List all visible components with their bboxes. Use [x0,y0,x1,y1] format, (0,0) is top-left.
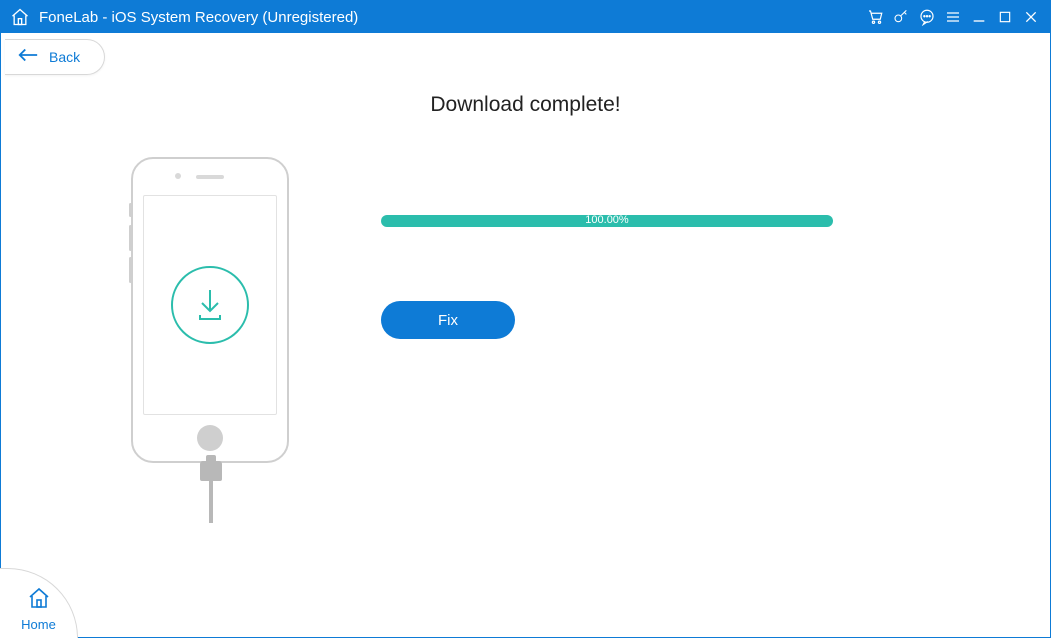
minimize-icon[interactable] [966,1,992,33]
chat-icon[interactable] [914,1,940,33]
menu-icon[interactable] [940,1,966,33]
home-label: Home [21,617,56,632]
phone-illustration [131,157,289,463]
window-title: FoneLab - iOS System Recovery (Unregiste… [39,9,358,26]
cart-icon[interactable] [862,1,888,33]
content-area: Download complete! [1,81,1050,637]
app-logo-icon [9,6,31,28]
back-button[interactable]: Back [5,39,105,75]
maximize-icon[interactable] [992,1,1018,33]
download-icon [171,266,249,344]
home-icon [27,586,51,615]
progress-value: 100.00% [381,213,833,227]
progress-bar: 100.00% [381,215,833,227]
back-label: Back [49,49,80,65]
title-bar: FoneLab - iOS System Recovery (Unregiste… [1,1,1050,33]
cable-connector-icon [200,461,222,481]
fix-button[interactable]: Fix [381,301,515,339]
page-heading: Download complete! [1,93,1050,117]
app-window: FoneLab - iOS System Recovery (Unregiste… [0,0,1051,638]
key-icon[interactable] [888,1,914,33]
cable-icon [209,479,213,523]
phone-illustration-column [1,157,381,463]
back-arrow-icon [17,48,39,67]
close-icon[interactable] [1018,1,1044,33]
status-column: 100.00% Fix [381,157,1050,339]
